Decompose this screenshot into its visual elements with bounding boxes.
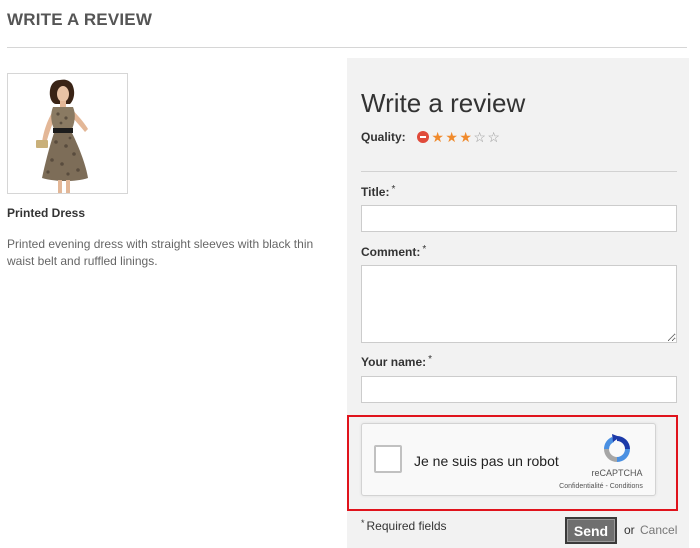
title-input[interactable] [361, 205, 677, 232]
panel-divider [361, 171, 677, 172]
quality-rating[interactable]: ★ ★ ★ ☆ ☆ [416, 130, 501, 144]
dress-photo-icon [8, 74, 127, 193]
name-label: Your name: * [361, 354, 433, 369]
star-1-icon[interactable]: ★ [431, 130, 445, 144]
recaptcha-links[interactable]: Confidentialité - Conditions [546, 483, 656, 490]
recaptcha-label: Je ne suis pas un robot [414, 453, 559, 469]
quality-label: Quality: [361, 130, 406, 144]
title-label: Title: * [361, 184, 396, 199]
heading-divider [7, 47, 687, 48]
or-text: or [624, 523, 635, 537]
send-button[interactable]: Send [565, 517, 617, 544]
required-fields-note: * Required fields [361, 518, 447, 533]
recaptcha-checkbox[interactable] [374, 445, 402, 473]
product-description: Printed evening dress with straight slee… [7, 237, 314, 268]
recaptcha-logo-icon [604, 434, 630, 462]
required-marker: * [428, 354, 433, 365]
comment-textarea[interactable] [361, 265, 677, 343]
name-input[interactable] [361, 376, 677, 403]
review-form-title: Write a review [361, 88, 526, 118]
review-form-panel: Write a review Quality: ★ ★ ★ ☆ ☆ Title:… [347, 58, 689, 548]
star-3-icon[interactable]: ★ [459, 130, 473, 144]
quality-row: Quality: ★ ★ ★ ☆ ☆ [361, 130, 501, 144]
star-5-icon[interactable]: ☆ [487, 130, 501, 144]
star-2-icon[interactable]: ★ [445, 130, 459, 144]
product-image[interactable] [7, 73, 128, 194]
recaptcha-widget: Je ne suis pas un robot reCAPTCHA Confid… [361, 423, 656, 496]
required-note-marker: * [361, 518, 365, 528]
product-name: Printed Dress [7, 206, 86, 220]
required-marker: * [422, 244, 427, 255]
required-marker: * [391, 184, 396, 195]
star-4-icon[interactable]: ☆ [473, 130, 487, 144]
recaptcha-brand: reCAPTCHA [591, 468, 643, 478]
cancel-link[interactable]: Cancel [640, 523, 677, 537]
comment-label: Comment: * [361, 244, 427, 259]
cancel-rating-icon[interactable] [416, 131, 429, 143]
page-heading: WRITE A REVIEW [7, 10, 153, 29]
